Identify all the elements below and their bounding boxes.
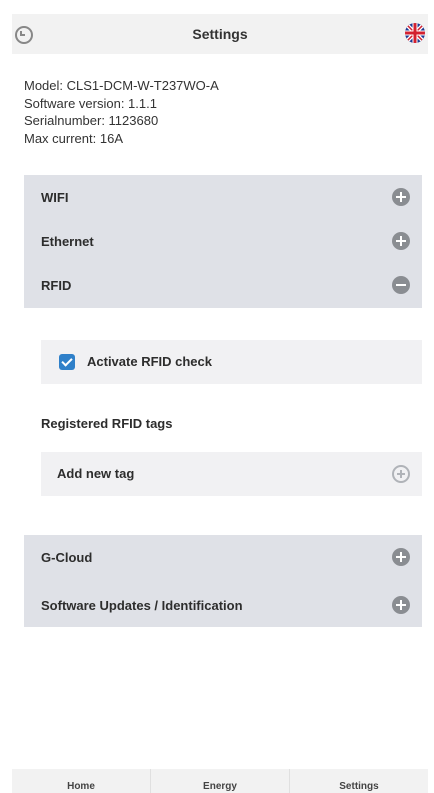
accordion-rfid-label: RFID	[41, 277, 72, 293]
accordion-software-updates[interactable]: Software Updates / Identification	[24, 583, 422, 627]
rfid-content: Activate RFID check Registered RFID tags…	[24, 308, 422, 535]
accordion-ethernet-label: Ethernet	[41, 233, 94, 249]
activate-rfid-row[interactable]: Activate RFID check	[41, 340, 422, 384]
plus-circle-icon[interactable]	[392, 232, 410, 250]
accordion-gcloud-label: G-Cloud	[41, 549, 93, 565]
max-current-text: Max current: 16A	[24, 130, 123, 146]
circle-back-icon[interactable]	[14, 25, 34, 45]
accordion-rfid[interactable]: RFID	[24, 263, 422, 307]
nav-energy[interactable]: Energy	[151, 769, 290, 793]
plus-circle-icon[interactable]	[392, 548, 410, 566]
activate-rfid-label: Activate RFID check	[87, 354, 212, 369]
page-title: Settings	[192, 26, 248, 42]
device-info: Model: CLS1-DCM-W-T237WO-A Software vers…	[24, 77, 219, 147]
model-text: Model: CLS1-DCM-W-T237WO-A	[24, 78, 219, 93]
minus-circle-icon[interactable]	[392, 276, 410, 294]
serial-number-text: Serialnumber: 1123680	[24, 113, 159, 128]
activate-rfid-checkbox[interactable]	[59, 354, 75, 370]
settings-accordion: WIFI Ethernet RFID Activate RFID check R…	[24, 175, 422, 627]
accordion-software-updates-label: Software Updates / Identification	[41, 597, 243, 613]
add-new-tag-label: Add new tag	[57, 466, 135, 481]
accordion-gcloud[interactable]: G-Cloud	[24, 535, 422, 579]
accordion-ethernet[interactable]: Ethernet	[24, 219, 422, 263]
nav-home[interactable]: Home	[12, 769, 151, 793]
uk-flag-icon[interactable]	[405, 23, 425, 43]
plus-circle-icon[interactable]	[392, 188, 410, 206]
add-new-tag-row[interactable]: Add new tag	[41, 452, 422, 496]
accordion-wifi-label: WIFI	[41, 189, 69, 205]
registered-tags-heading: Registered RFID tags	[41, 416, 173, 431]
add-tag-plus-icon[interactable]	[392, 465, 410, 483]
software-version-text: Software version: 1.1.1	[24, 95, 157, 111]
top-bar: Settings	[12, 14, 428, 54]
plus-circle-icon[interactable]	[392, 596, 410, 614]
accordion-wifi[interactable]: WIFI	[24, 175, 422, 219]
nav-settings[interactable]: Settings	[290, 769, 428, 793]
bottom-nav: Home Energy Settings	[12, 769, 428, 793]
